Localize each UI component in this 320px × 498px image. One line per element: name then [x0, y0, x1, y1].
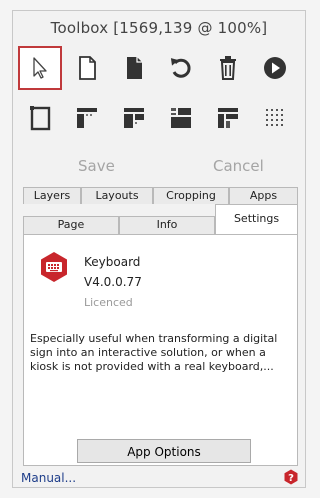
undo-icon — [170, 58, 191, 78]
app-options-button[interactable]: App Options — [77, 439, 251, 463]
undo-button[interactable] — [159, 46, 203, 90]
tab-info[interactable]: Info — [119, 216, 215, 234]
save-button[interactable]: Save — [78, 157, 115, 175]
tab-cropping[interactable]: Cropping — [153, 187, 229, 204]
layout-grid-2-icon — [124, 108, 144, 128]
tab-settings[interactable]: Settings — [215, 204, 298, 234]
layout-grid-3-button[interactable] — [159, 96, 203, 140]
layout-dots-icon — [266, 109, 283, 126]
svg-text:?: ? — [288, 473, 294, 484]
toolbox-window: Toolbox [1569,139 @ 100%] Save Cancel La… — [12, 10, 306, 488]
tab-layouts[interactable]: Layouts — [81, 187, 153, 204]
copy-page-button[interactable] — [112, 46, 156, 90]
page-frame-icon — [30, 106, 51, 131]
play-button[interactable] — [253, 46, 297, 90]
help-icon[interactable]: ? — [283, 469, 299, 485]
play-icon — [264, 57, 286, 79]
delete-icon — [220, 56, 236, 80]
window-title: Toolbox [1569,139 @ 100%] — [50, 19, 268, 37]
settings-panel: Keyboard V4.0.0.77 Licenced Especially u… — [23, 234, 298, 466]
app-license-status: Licenced — [84, 296, 133, 309]
app-name: Keyboard — [84, 255, 141, 269]
layout-grid-2-button[interactable] — [112, 96, 156, 140]
page-frame-button[interactable] — [18, 96, 62, 140]
layout-grid-4-button[interactable] — [206, 96, 250, 140]
app-description: Especially useful when transforming a di… — [30, 332, 278, 373]
copy-page-icon — [127, 57, 142, 79]
new-page-button[interactable] — [65, 46, 109, 90]
layout-grid-1-button[interactable] — [65, 96, 109, 140]
pointer-icon — [33, 57, 47, 79]
layout-grid-4-icon — [218, 108, 238, 128]
app-version: V4.0.0.77 — [84, 275, 142, 289]
pointer-tool-button[interactable] — [18, 46, 62, 90]
tab-page[interactable]: Page — [23, 216, 119, 234]
new-page-icon — [79, 56, 96, 80]
layout-dots-button[interactable] — [253, 96, 297, 140]
tab-row-bottom: Page Info Settings — [23, 204, 298, 234]
layout-grid-3-icon — [171, 108, 191, 128]
delete-button[interactable] — [206, 46, 250, 90]
tab-row-top: Layers Layouts Cropping Apps — [23, 187, 298, 204]
cancel-button[interactable]: Cancel — [213, 157, 264, 175]
tab-apps[interactable]: Apps — [229, 187, 298, 204]
manual-link[interactable]: Manual... — [21, 471, 76, 485]
tab-layers[interactable]: Layers — [23, 187, 81, 204]
layout-grid-1-icon — [77, 108, 97, 128]
keyboard-icon — [41, 252, 67, 282]
